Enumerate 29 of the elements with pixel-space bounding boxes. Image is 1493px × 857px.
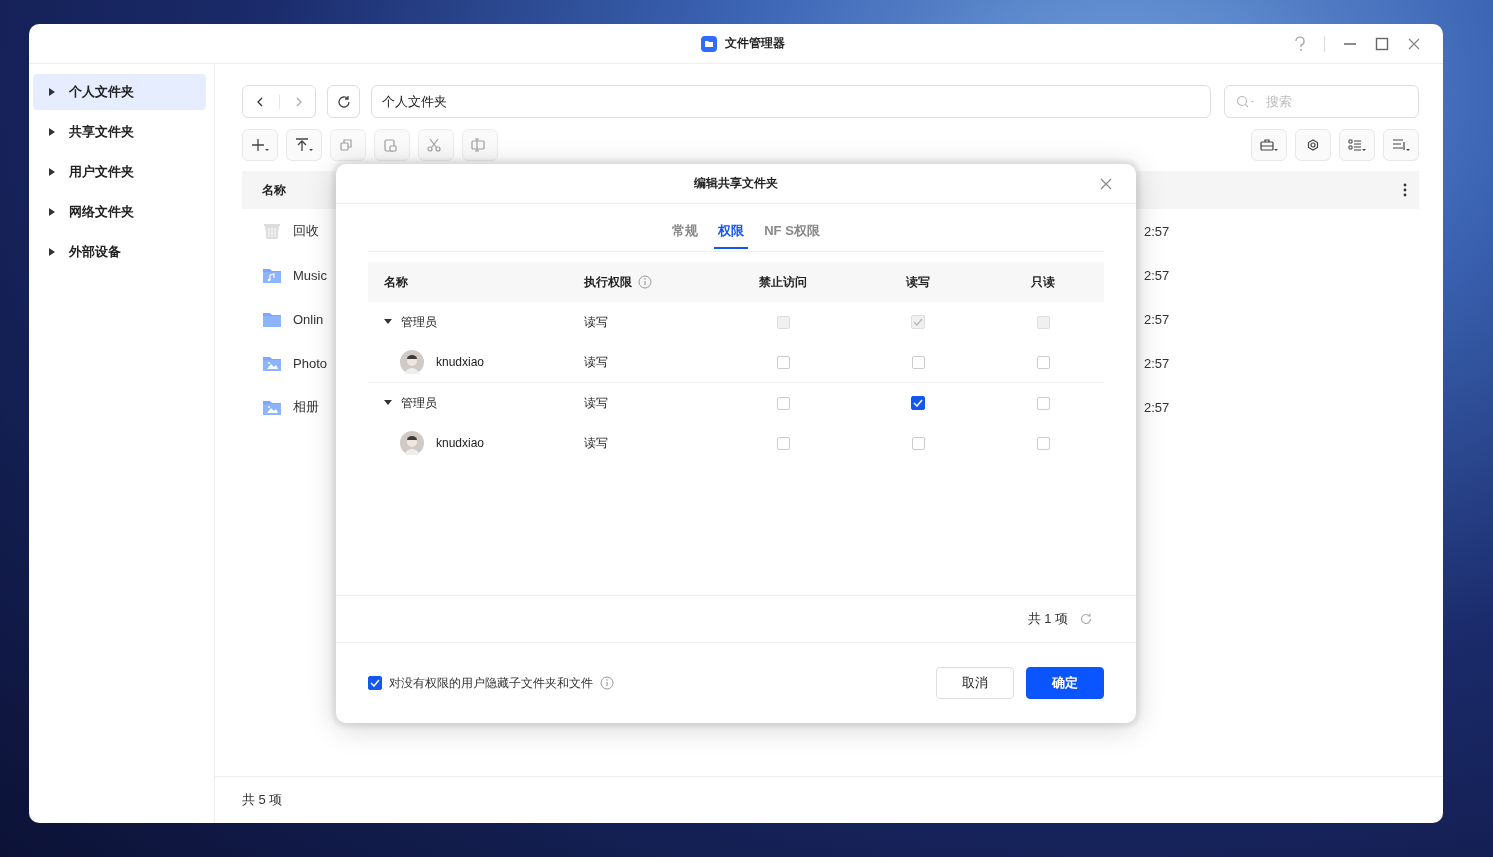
column-header: 读写 bbox=[906, 273, 930, 291]
file-name: Photo bbox=[293, 355, 327, 371]
column-header: 只读 bbox=[1031, 273, 1055, 291]
column-header: 名称 bbox=[262, 181, 286, 199]
option-label: 对没有权限的用户隐藏子文件夹和文件 bbox=[389, 674, 593, 692]
permission-text: 读写 bbox=[584, 434, 608, 452]
user-name: knudxiao bbox=[436, 436, 485, 450]
modified-time: 2:57 bbox=[1144, 311, 1170, 327]
permission-text: 读写 bbox=[584, 394, 608, 412]
item-count: 共 1 项 bbox=[1027, 610, 1068, 628]
group-name: 管理员 bbox=[401, 394, 437, 412]
modified-time: 2:57 bbox=[1144, 399, 1170, 415]
column-header: 禁止访问 bbox=[759, 273, 807, 291]
column-header: 名称 bbox=[384, 273, 408, 291]
user-name: knudxiao bbox=[436, 355, 485, 369]
file-name: 相册 bbox=[293, 398, 319, 416]
modified-time: 2:57 bbox=[1144, 223, 1170, 239]
group-name: 管理员 bbox=[401, 313, 437, 331]
file-name: 回收 bbox=[293, 222, 319, 240]
modified-time: 2:57 bbox=[1144, 267, 1170, 283]
modified-time: 2:57 bbox=[1144, 355, 1170, 371]
permission-text: 读写 bbox=[584, 313, 608, 331]
window-title: 文件管理器 bbox=[725, 35, 785, 52]
file-name: Onlin bbox=[293, 311, 324, 327]
dialog-title: 编辑共享文件夹 bbox=[694, 175, 778, 192]
column-header: 执行权限 bbox=[584, 273, 632, 291]
permission-text: 读写 bbox=[584, 353, 608, 371]
item-count: 共 5 项 bbox=[242, 791, 283, 809]
file-name: Music bbox=[293, 267, 327, 283]
